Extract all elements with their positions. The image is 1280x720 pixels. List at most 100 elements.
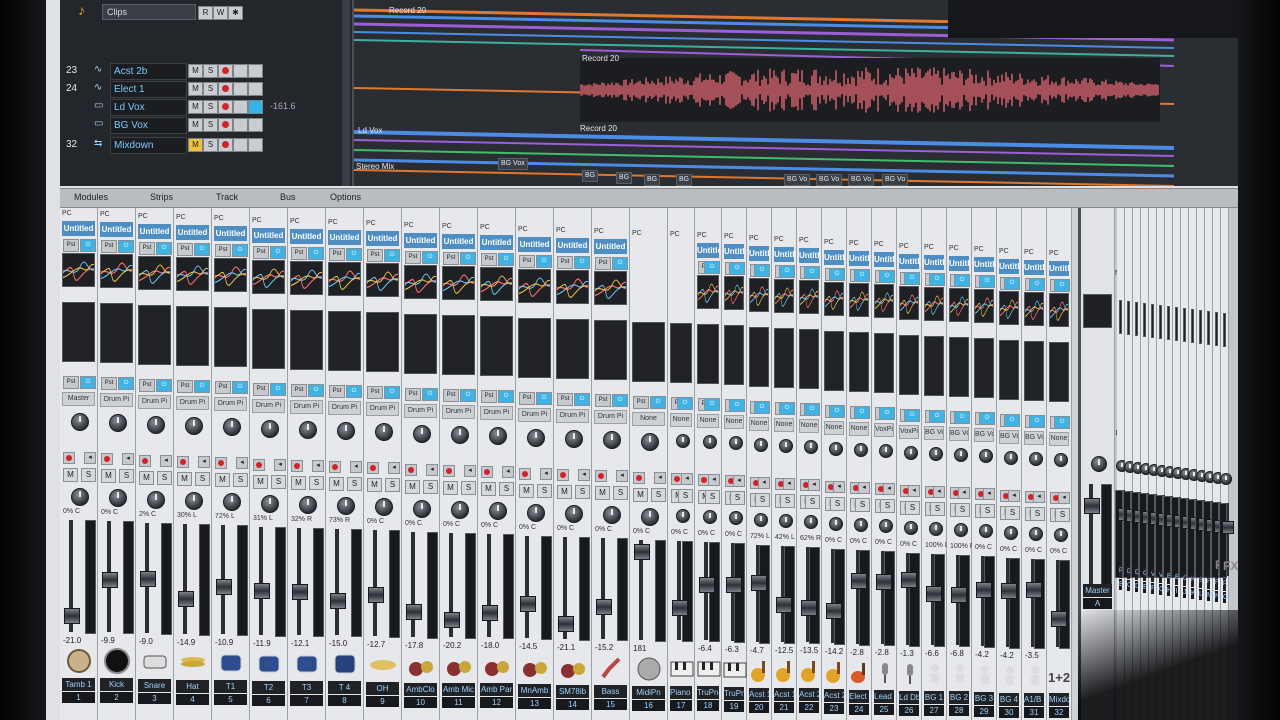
send-destination[interactable]: BG Vo bbox=[949, 427, 969, 441]
record-arm-button[interactable] bbox=[443, 465, 455, 477]
pan-knob[interactable] bbox=[337, 497, 355, 515]
power-button[interactable]: ⏻ bbox=[346, 248, 362, 261]
mute-button[interactable]: M bbox=[595, 486, 610, 500]
send-preset-button[interactable]: Pst bbox=[291, 384, 307, 397]
volume-fader[interactable] bbox=[482, 605, 498, 621]
prochannel-preset[interactable]: Untitled bbox=[404, 233, 437, 248]
strip-name[interactable]: Mixdown bbox=[1049, 693, 1069, 706]
automation-button[interactable] bbox=[248, 100, 263, 114]
mute-button[interactable]: M bbox=[291, 476, 306, 490]
input-echo-button[interactable] bbox=[233, 82, 248, 96]
solo-button[interactable]: S bbox=[980, 504, 995, 518]
solo-button[interactable]: S bbox=[203, 100, 218, 114]
power-button[interactable]: ⏻ bbox=[194, 243, 210, 256]
bus-name[interactable]: Drum Pi bbox=[1135, 567, 1138, 580]
send-power-button[interactable]: ⏻ bbox=[650, 396, 666, 409]
volume-fader[interactable] bbox=[826, 603, 842, 619]
send-preset-button[interactable]: Pst bbox=[63, 376, 79, 389]
fx-bin[interactable] bbox=[924, 336, 944, 396]
send-level-knob[interactable] bbox=[903, 446, 918, 460]
track-row[interactable]: 24 ∿ Elect 1MS bbox=[60, 80, 352, 98]
eq-graph[interactable] bbox=[290, 261, 323, 295]
strip-name[interactable]: Acst 2a bbox=[799, 688, 819, 701]
strip-name[interactable]: OH bbox=[366, 682, 399, 695]
volume-fader[interactable] bbox=[801, 600, 817, 616]
send-power-button[interactable]: ⏻ bbox=[156, 379, 172, 392]
freeze-button[interactable]: ✱ bbox=[228, 6, 243, 20]
send-power-button[interactable]: ⏻ bbox=[536, 392, 552, 405]
track-scrollbar[interactable] bbox=[342, 0, 350, 186]
prochannel-tab[interactable]: PC bbox=[252, 217, 262, 224]
bus-eq-graph[interactable] bbox=[1167, 306, 1170, 340]
mute-button[interactable]: M bbox=[188, 100, 203, 114]
bus-name[interactable]: Drum Bi bbox=[1127, 566, 1130, 579]
input-echo-button[interactable]: ◂ bbox=[654, 472, 666, 484]
clip-name[interactable]: Stereo Mix bbox=[356, 162, 394, 171]
strip-name[interactable]: Piano 2 bbox=[670, 686, 692, 699]
input-echo-button[interactable]: ◂ bbox=[733, 475, 745, 487]
send-power-button[interactable]: ⏻ bbox=[879, 407, 895, 420]
strip-name[interactable]: TruPno2 bbox=[724, 687, 744, 700]
record-button[interactable] bbox=[218, 100, 233, 114]
prochannel-tab[interactable]: PC bbox=[1024, 249, 1034, 256]
send-destination[interactable]: Drum Pi bbox=[290, 400, 323, 414]
fx-bin[interactable] bbox=[849, 332, 869, 392]
volume-fader[interactable] bbox=[1001, 583, 1017, 599]
send-preset-button[interactable]: Pst bbox=[215, 381, 231, 394]
send-power-button[interactable]: ⏻ bbox=[460, 389, 476, 402]
send-destination[interactable]: Drum Pi bbox=[366, 402, 399, 416]
bus-name[interactable]: FX1 bbox=[1207, 576, 1210, 589]
send-power-button[interactable]: ⏻ bbox=[1054, 416, 1070, 429]
prochannel-tab[interactable]: PC bbox=[899, 243, 909, 250]
preset-button[interactable]: Pst bbox=[519, 255, 535, 268]
prochannel-preset[interactable]: Untitled bbox=[480, 235, 513, 250]
send-level-knob[interactable] bbox=[71, 413, 89, 431]
prochannel-tab[interactable]: PC bbox=[328, 219, 338, 226]
fx-bin[interactable] bbox=[1049, 342, 1069, 402]
mute-button[interactable]: M bbox=[481, 482, 496, 496]
volume-fader[interactable] bbox=[634, 544, 650, 560]
send-power-button[interactable]: ⏻ bbox=[194, 380, 210, 393]
mute-button[interactable]: M bbox=[557, 485, 572, 499]
mute-button[interactable]: M bbox=[329, 477, 344, 491]
send-level-knob[interactable] bbox=[185, 417, 203, 435]
eq-graph[interactable] bbox=[1049, 293, 1069, 327]
send-destination[interactable]: Drum Pi bbox=[404, 404, 437, 418]
power-button[interactable]: ⏻ bbox=[854, 269, 870, 282]
record-button[interactable] bbox=[218, 82, 233, 96]
send-preset-button[interactable]: Pst bbox=[101, 377, 117, 390]
bus-name[interactable]: BGVox bbox=[1175, 572, 1178, 585]
eq-graph[interactable] bbox=[949, 288, 969, 322]
power-button[interactable]: ⏻ bbox=[270, 246, 286, 259]
prochannel-preset[interactable]: Untitled bbox=[697, 243, 719, 258]
record-arm-button[interactable] bbox=[215, 457, 227, 469]
send-destination[interactable]: None bbox=[774, 418, 794, 432]
prochannel-tab[interactable]: PC bbox=[518, 226, 528, 233]
solo-button[interactable]: S bbox=[1030, 507, 1045, 521]
send-level-knob[interactable] bbox=[753, 438, 768, 452]
prochannel-preset[interactable]: Untitled bbox=[974, 257, 994, 272]
input-echo-button[interactable]: ◂ bbox=[1033, 491, 1045, 503]
prochannel-preset[interactable]: Untitled bbox=[556, 238, 589, 253]
send-destination[interactable]: None bbox=[632, 412, 665, 426]
record-arm-button[interactable] bbox=[177, 456, 189, 468]
send-destination[interactable]: None bbox=[697, 414, 719, 428]
prochannel-tab[interactable]: PC bbox=[949, 245, 959, 252]
pan-knob[interactable] bbox=[147, 491, 165, 509]
send-power-button[interactable]: ⏻ bbox=[954, 411, 970, 424]
eq-graph[interactable] bbox=[100, 254, 133, 288]
eq-graph[interactable] bbox=[442, 266, 475, 300]
clip-name[interactable]: BG Vox bbox=[498, 158, 528, 170]
volume-fader[interactable] bbox=[102, 572, 118, 588]
fx-bin[interactable] bbox=[774, 328, 794, 388]
fx-bin[interactable] bbox=[594, 320, 627, 380]
input-echo-button[interactable]: ◂ bbox=[160, 455, 172, 467]
console-menu-options[interactable]: Options bbox=[326, 191, 365, 204]
fx-bin[interactable] bbox=[724, 325, 744, 385]
power-button[interactable]: ⏻ bbox=[1029, 278, 1045, 291]
solo-button[interactable]: S bbox=[203, 138, 218, 152]
bus-eq-graph[interactable] bbox=[1215, 312, 1218, 346]
send-destination[interactable]: BG Vo bbox=[974, 428, 994, 442]
volume-fader[interactable] bbox=[520, 596, 536, 612]
prochannel-tab[interactable]: PC bbox=[62, 210, 72, 217]
